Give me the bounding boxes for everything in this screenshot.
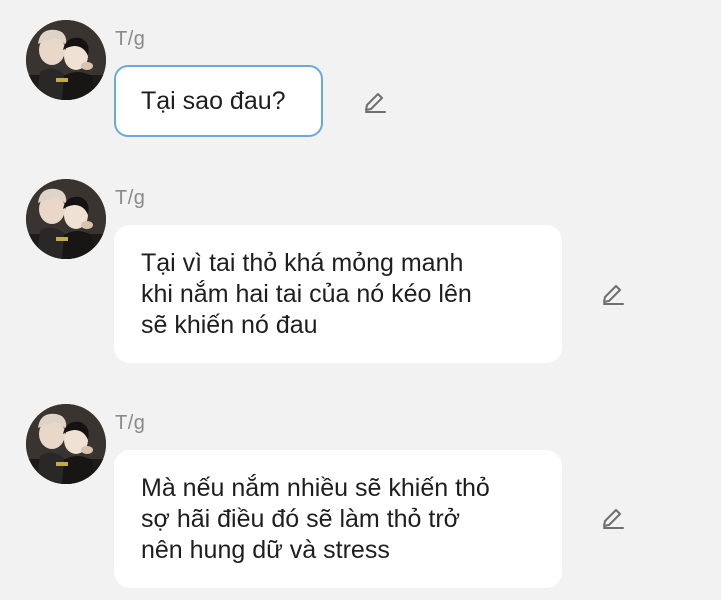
sender-name: T/g [115, 412, 146, 434]
avatar[interactable] [26, 20, 106, 100]
sender-name: T/g [115, 28, 146, 50]
message-text-line: Tại sao đau? [141, 87, 286, 115]
message-text-line: sợ hãi điều đó sẽ làm thỏ trở [141, 505, 461, 533]
chat-message: T/g Tại vì tai thỏ khá mỏng manh khi nắm… [0, 150, 721, 380]
chat-message: T/g Tại sao đau? [0, 0, 721, 150]
avatar[interactable] [26, 404, 106, 484]
pencil-icon[interactable] [597, 280, 627, 310]
chat-message: T/g Mà nếu nắm nhiều sẽ khiến thỏ sợ hãi… [0, 380, 721, 600]
pencil-icon[interactable] [359, 88, 389, 118]
message-bubble[interactable]: Mà nếu nắm nhiều sẽ khiến thỏ sợ hãi điề… [114, 450, 562, 588]
message-text-line: sẽ khiến nó đau [141, 311, 318, 339]
message-bubble[interactable]: Tại sao đau? [114, 65, 323, 137]
message-text-line: khi nắm hai tai của nó kéo lên [141, 280, 472, 308]
message-text-line: Mà nếu nắm nhiều sẽ khiến thỏ [141, 474, 490, 502]
message-bubble[interactable]: Tại vì tai thỏ khá mỏng manh khi nắm hai… [114, 225, 562, 363]
message-text-line: nên hung dữ và stress [141, 536, 390, 564]
avatar[interactable] [26, 179, 106, 259]
message-text-line: Tại vì tai thỏ khá mỏng manh [141, 249, 464, 277]
sender-name: T/g [115, 187, 146, 209]
pencil-icon[interactable] [597, 504, 627, 534]
